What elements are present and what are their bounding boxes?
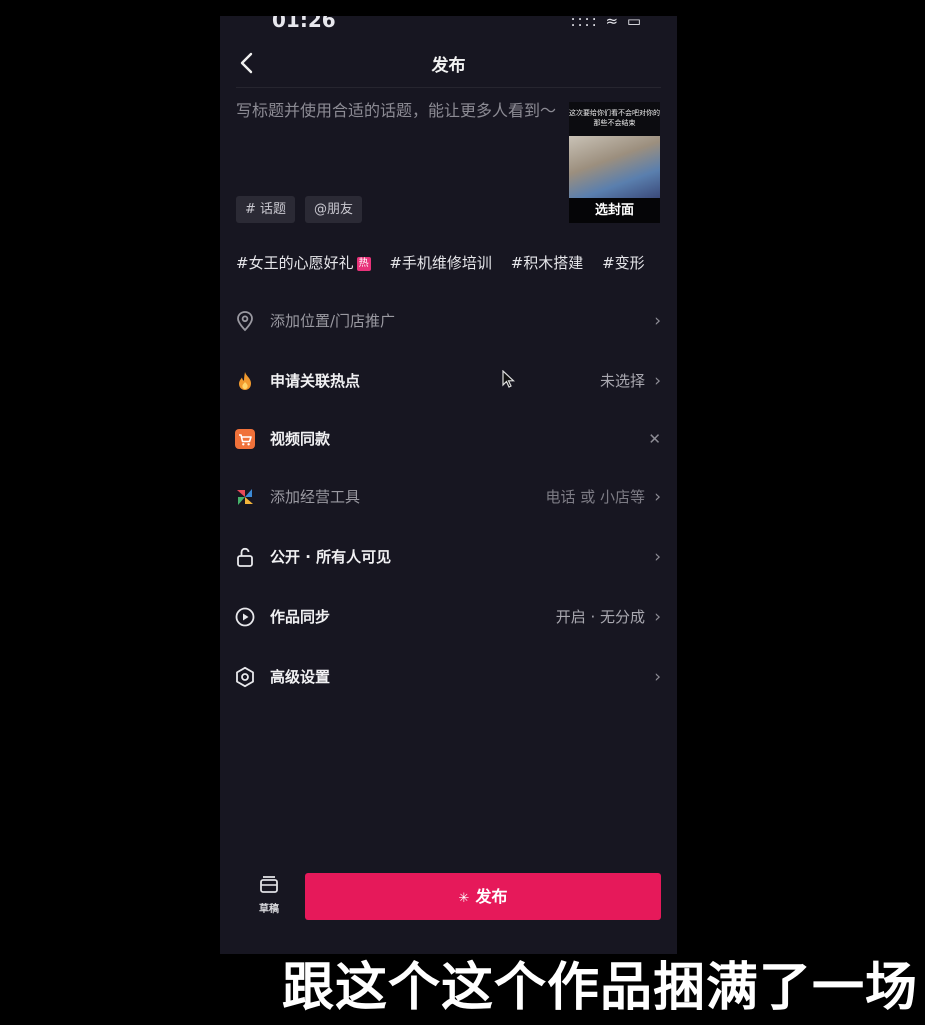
- chevron-right-icon: ›: [654, 487, 661, 507]
- page-title: 发布: [431, 56, 466, 76]
- pinwheel-icon: [237, 489, 253, 505]
- close-icon[interactable]: ✕: [648, 428, 661, 450]
- publish-label: 发布: [475, 887, 508, 906]
- row-label: 添加经营工具: [270, 488, 361, 506]
- row-value: 开启 · 无分成: [555, 608, 645, 626]
- settings-icon: [236, 666, 254, 688]
- chevron-right-icon: ›: [654, 311, 661, 331]
- chevron-right-icon: ›: [654, 371, 661, 391]
- location-pin-icon: [237, 311, 253, 332]
- draft-button[interactable]: 草稿: [250, 874, 288, 915]
- hotspot-row[interactable]: 申请关联热点 未选择 ›: [220, 359, 677, 403]
- chevron-right-icon: ›: [654, 547, 661, 567]
- fire-icon: [239, 372, 251, 390]
- suggested-tags: #女王的心愿好礼热 #手机维修培训 #积木搭建 #变形: [236, 252, 659, 273]
- row-label: 视频同款: [270, 430, 331, 448]
- status-icons: :::: ≈ ▭: [570, 16, 643, 30]
- business-tools-row[interactable]: 添加经营工具 电话 或 小店等 ›: [220, 475, 677, 519]
- cover-overlay-text: 这次要给你们看不会吧对你的那些不会结束: [569, 102, 660, 136]
- hot-badge: 热: [356, 257, 371, 271]
- video-same-item-row[interactable]: 视频同款 ✕: [220, 417, 677, 461]
- publish-button[interactable]: ✳ 发布: [305, 873, 661, 920]
- draft-label: 草稿: [259, 904, 279, 915]
- unlock-icon: [237, 547, 253, 567]
- chevron-right-icon: ›: [654, 607, 661, 627]
- shopping-cart-icon: [235, 429, 255, 449]
- row-label: 高级设置: [270, 668, 331, 686]
- row-value: 电话 或 小店等: [545, 488, 645, 506]
- mouse-cursor-icon: [502, 370, 516, 388]
- phone-screen: 01:26 :::: ≈ ▭ 发布 写标题并使用合适的话题，能让更多人看到～ 这…: [220, 16, 677, 954]
- cover-label: 选封面: [569, 198, 660, 223]
- row-label: 添加位置/门店推广: [270, 312, 396, 330]
- status-time: 01:26: [272, 16, 336, 32]
- suggested-tag[interactable]: #手机维修培训: [389, 254, 492, 272]
- suggested-tag[interactable]: #积木搭建: [511, 254, 584, 272]
- battery-icon: ▭: [626, 16, 643, 30]
- header-divider: [236, 87, 661, 88]
- friend-chip[interactable]: @朋友: [305, 196, 363, 223]
- visibility-row[interactable]: 公开 · 所有人可见 ›: [220, 535, 677, 579]
- add-location-row[interactable]: 添加位置/门店推广 ›: [220, 299, 677, 343]
- suggested-tag[interactable]: #变形: [602, 254, 645, 272]
- draft-box-icon: [260, 876, 278, 893]
- chevron-right-icon: ›: [654, 667, 661, 687]
- row-label: 申请关联热点: [270, 372, 361, 390]
- work-sync-row[interactable]: 作品同步 开启 · 无分成 ›: [220, 595, 677, 639]
- cover-picker[interactable]: 这次要给你们看不会吧对你的那些不会结束 选封面: [569, 102, 660, 223]
- wifi-icon: ≈: [605, 16, 621, 30]
- signal-icon: ::::: [570, 16, 599, 30]
- sync-icon: [235, 607, 255, 627]
- caption-input[interactable]: 写标题并使用合适的话题，能让更多人看到～: [236, 100, 556, 122]
- topic-chip[interactable]: # 话题: [236, 196, 296, 223]
- sparkle-icon: ✳: [458, 891, 470, 906]
- row-value: 未选择: [599, 372, 645, 390]
- row-label: 公开 · 所有人可见: [270, 548, 392, 566]
- video-subtitle: 跟这个这个作品捆满了一场: [282, 958, 919, 1018]
- cover-thumbnail: [569, 136, 660, 198]
- advanced-settings-row[interactable]: 高级设置 ›: [220, 655, 677, 699]
- suggested-tag[interactable]: #女王的心愿好礼热: [236, 254, 371, 272]
- row-label: 作品同步: [270, 608, 331, 626]
